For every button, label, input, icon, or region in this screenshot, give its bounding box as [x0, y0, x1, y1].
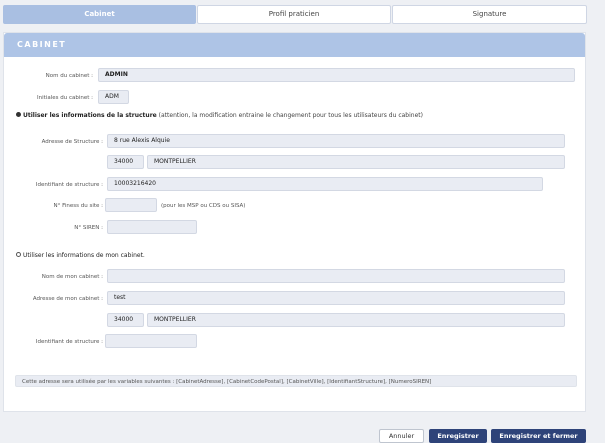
adresse-mon-cabinet-input[interactable]: test — [107, 291, 565, 305]
identifiant-mon-cabinet-input[interactable] — [105, 334, 197, 348]
save-and-close-button[interactable]: Enregistrer et fermer — [491, 429, 586, 443]
finess-input[interactable] — [105, 198, 157, 212]
radio-structure-label: Utiliser les informations de la structur… — [23, 112, 157, 119]
adresse-mon-cabinet-label: Adresse de mon cabinet : — [32, 296, 103, 302]
nom-cabinet-input[interactable]: ADMIN — [98, 68, 575, 82]
siren-label: N° SIREN : — [74, 225, 103, 231]
mon-cabinet-ville-input[interactable]: MONTPELLIER — [147, 313, 565, 327]
tab-profil-praticien[interactable]: Profil praticien — [197, 5, 391, 24]
radio-mon-cabinet-row[interactable]: Utiliser les informations de mon cabinet… — [16, 252, 145, 259]
structure-code-postal-input[interactable]: 34000 — [107, 155, 144, 169]
tab-cabinet[interactable]: Cabinet — [3, 5, 196, 24]
save-button[interactable]: Enregistrer — [429, 429, 487, 443]
siren-input[interactable] — [107, 220, 197, 234]
structure-ville-input[interactable]: MONTPELLIER — [147, 155, 565, 169]
variables-note: Cette adresse sera utilisée par les vari… — [15, 375, 577, 387]
tab-signature[interactable]: Signature — [392, 5, 587, 24]
identifiant-structure-label: Identifiant de structure : — [35, 182, 103, 188]
radio-structure-hint: (attention, la modification entraine le … — [158, 112, 423, 119]
nom-mon-cabinet-label: Nom de mon cabinet : — [41, 274, 103, 280]
finess-label: N° Finess du site : — [53, 203, 103, 209]
nom-mon-cabinet-input[interactable] — [107, 269, 565, 283]
radio-mon-cabinet-label: Utiliser les informations de mon cabinet… — [23, 252, 145, 259]
cancel-button[interactable]: Annuler — [379, 429, 424, 443]
panel-header: CABINET — [4, 33, 585, 57]
identifiant-structure-input[interactable]: 10003216420 — [107, 177, 543, 191]
initiales-cabinet-input[interactable]: ADM — [98, 90, 129, 104]
nom-cabinet-label: Nom du cabinet : — [45, 73, 93, 79]
initiales-cabinet-label: Initiales du cabinet : — [37, 95, 93, 101]
tab-bar: Cabinet Profil praticien Signature — [3, 5, 587, 24]
mon-cabinet-code-postal-input[interactable]: 34000 — [107, 313, 144, 327]
radio-structure[interactable] — [16, 112, 21, 117]
identifiant-mon-cabinet-label: Identifiant de structure : — [35, 339, 103, 345]
cabinet-panel: CABINET Nom du cabinet : ADMIN Initiales… — [3, 32, 586, 412]
finess-note: (pour les MSP ou CDS ou SISA) — [161, 203, 246, 209]
radio-structure-row[interactable]: Utiliser les informations de la structur… — [16, 112, 423, 119]
adresse-structure-input[interactable]: 8 rue Alexis Alquie — [107, 134, 565, 148]
radio-mon-cabinet[interactable] — [16, 252, 21, 257]
adresse-structure-label: Adresse de Structure : — [41, 139, 103, 145]
panel-title: CABINET — [17, 40, 67, 49]
